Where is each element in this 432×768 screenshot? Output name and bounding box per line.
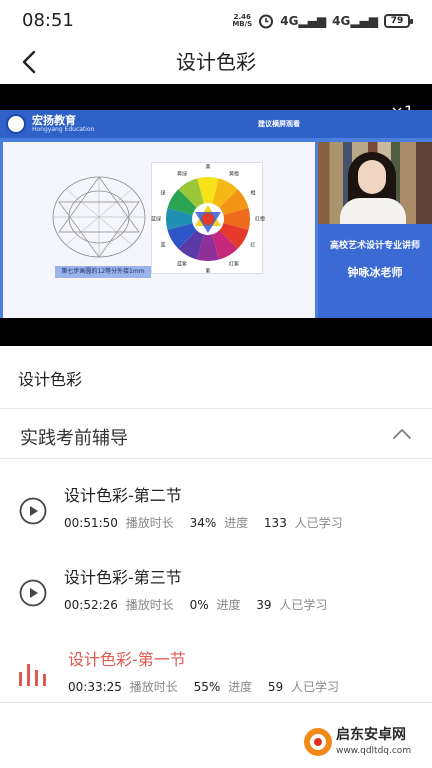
watermark-logo-icon	[304, 728, 332, 756]
color-wheel-label: 绿	[160, 190, 166, 197]
chevron-up-icon	[393, 429, 411, 439]
divider	[0, 408, 432, 409]
slide-caption: 第七步画圆的12等分外接1mm	[55, 266, 151, 278]
lesson-meta: 00:51:50 播放时长 34% 进度 133 人已学习	[64, 516, 343, 530]
page-title: 设计色彩	[176, 50, 256, 74]
status-bar: 08:51 2.46 MB/S 4G▂▄▆ 4G▂▄▆ 79	[0, 0, 432, 40]
color-wheel-label: 橙	[250, 190, 256, 197]
net-speed: 2.46 MB/S	[232, 13, 253, 28]
status-time: 08:51	[22, 10, 74, 31]
lesson-name: 设计色彩-第二节	[64, 486, 182, 505]
color-wheel-label: 黄	[205, 164, 211, 171]
divider	[0, 458, 432, 459]
signal-icon-1: 4G▂▄▆	[280, 14, 327, 28]
section-title: 实践考前辅导	[20, 428, 128, 449]
color-wheel-label: 蓝绿	[150, 216, 162, 223]
divider	[0, 702, 432, 703]
lesson-item[interactable]: 设计色彩-第二节 00:51:50 播放时长 34% 进度 133 人已学习	[0, 468, 432, 548]
color-wheel-label: 红	[250, 242, 256, 249]
teacher-name: 钟咏冰老师	[347, 266, 403, 279]
watermark-url: www.qdltdq.com	[336, 746, 412, 756]
teacher-body	[340, 198, 406, 224]
now-playing-bars-icon	[19, 664, 46, 686]
logo-subtitle: Hongyang Education	[32, 126, 95, 133]
color-wheel-label: 黄橙	[228, 171, 240, 178]
color-wheel-label: 蓝紫	[176, 261, 188, 268]
teacher-role: 高校艺术设计专业讲师	[329, 241, 420, 251]
section-header[interactable]: 实践考前辅导	[0, 410, 432, 458]
lesson-item-playing[interactable]: 设计色彩-第一节 00:33:25 播放时长 55% 进度 59 人已学习	[0, 632, 432, 712]
lesson-meta: 00:52:26 播放时长 0% 进度 39 人已学习	[64, 598, 328, 612]
color-wheel	[166, 177, 250, 261]
play-circle-icon	[19, 579, 47, 607]
lesson-item[interactable]: 设计色彩-第三节 00:52:26 播放时长 0% 进度 39 人已学习	[0, 550, 432, 630]
color-wheel-label: 红橙	[254, 216, 266, 223]
color-wheel-label: 蓝	[160, 242, 166, 249]
collapse-button[interactable]	[390, 422, 414, 446]
header: 设计色彩	[0, 40, 432, 84]
play-circle-icon	[19, 497, 47, 525]
course-title: 设计色彩	[18, 370, 83, 389]
lesson-meta: 00:33:25 播放时长 55% 进度 59 人已学习	[68, 680, 340, 694]
signal-icon-2: 4G▂▄▆	[332, 14, 378, 28]
video-frame: 宏扬教育 Hongyang Education 建议横屏观看 第七步画圆的12等…	[0, 110, 432, 318]
color-wheel-label: 紫	[205, 268, 211, 275]
lesson-name: 设计色彩-第三节	[64, 568, 182, 587]
battery-icon: 79	[384, 14, 413, 28]
slide-board: 第七步画圆的12等分外接1mm 黄黄橙橙红橙红红紫紫 蓝紫 蓝 蓝绿 绿 黄绿	[3, 142, 315, 318]
alarm-icon	[259, 14, 274, 29]
color-wheel-label: 黄绿	[176, 171, 188, 178]
wheel-sketch-diagram	[52, 176, 146, 258]
color-wheel-card: 黄黄橙橙红橙红红紫紫 蓝紫 蓝 蓝绿 绿 黄绿	[150, 162, 266, 275]
video-player[interactable]: ×1 宏扬教育 Hongyang Education 建议横屏观看 第七步画圆的…	[0, 84, 432, 346]
slide-header: 宏扬教育 Hongyang Education 建议横屏观看	[0, 110, 432, 138]
logo	[6, 114, 26, 134]
color-wheel-label: 红紫	[228, 261, 240, 268]
watermark-name: 启东安卓网	[336, 727, 406, 743]
slide-hint: 建议横屏观看	[258, 120, 300, 128]
teacher-face	[358, 160, 386, 194]
watermark: 启东安卓网 www.qdltdq.com	[300, 722, 430, 766]
teacher-info: 高校艺术设计专业讲师 钟咏冰老师	[318, 224, 432, 318]
teacher-video	[318, 142, 432, 224]
status-icons: 2.46 MB/S 4G▂▄▆ 4G▂▄▆ 79	[232, 12, 413, 30]
lesson-name: 设计色彩-第一节	[68, 650, 186, 669]
